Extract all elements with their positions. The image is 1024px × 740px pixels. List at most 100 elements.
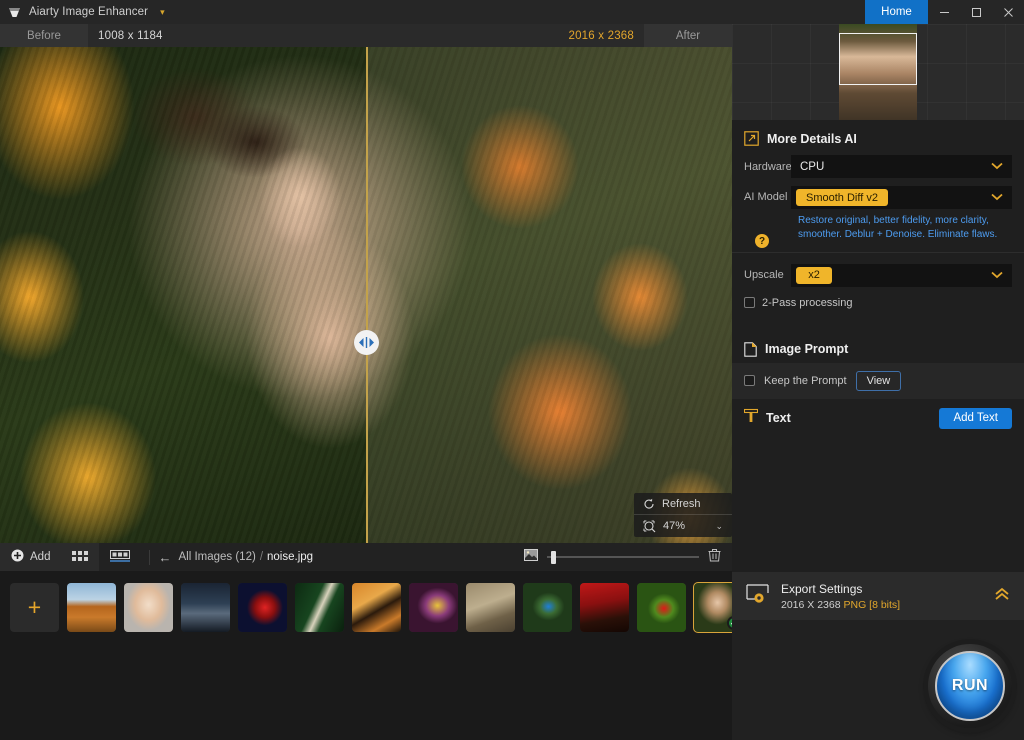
ai-model-column: Smooth Diff v2 Restore original, better … <box>791 186 1012 242</box>
tab-before[interactable]: Before <box>0 24 88 47</box>
upscale-select[interactable]: x2 <box>791 263 1012 287</box>
more-details-title: More Details AI <box>767 131 857 146</box>
text-section-row: Text Add Text <box>732 399 1024 429</box>
zoom-control[interactable]: 47% ⌄ <box>634 515 732 537</box>
chevron-down-icon <box>991 161 1003 173</box>
minimize-button[interactable] <box>928 0 960 24</box>
before-dimensions: 1008 x 1184 <box>98 29 163 42</box>
split-divider-handle[interactable] <box>354 330 379 355</box>
tab-after[interactable]: After <box>644 24 732 47</box>
plus-icon: + <box>27 594 42 620</box>
thumbnail-yellow-bird <box>409 583 458 632</box>
thumbnail-size-slider[interactable] <box>547 550 699 564</box>
app-logo-icon <box>7 5 22 20</box>
slider-knob[interactable] <box>551 550 556 564</box>
zoom-caret-icon[interactable]: ⌄ <box>715 521 723 532</box>
list-item[interactable] <box>124 583 173 632</box>
trash-icon[interactable] <box>708 548 721 567</box>
right-panel: More Details AI Hardware CPU AI Model Sm… <box>732 24 1024 740</box>
filmstrip-add-tile[interactable]: + <box>10 583 59 632</box>
navigator-panel[interactable] <box>732 24 1024 120</box>
keep-prompt-label: Keep the Prompt <box>764 374 847 387</box>
thumbnail-red-rose <box>238 583 287 632</box>
editor-area: Before 1008 x 1184 2016 x 2368 After Ref… <box>0 24 744 740</box>
app-logo-group[interactable]: Aiarty Image Enhancer ▾ <box>0 5 165 20</box>
ai-model-value: Smooth Diff v2 <box>796 189 888 206</box>
refresh-label: Refresh <box>662 497 701 510</box>
keep-prompt-checkbox[interactable] <box>744 375 755 387</box>
thumbnail-florence-cathedral <box>67 583 116 632</box>
grid-view-icon <box>72 550 89 565</box>
breadcrumb-all-images[interactable]: All Images (12) <box>178 551 255 563</box>
filmstrip-toolbar-right <box>524 548 732 567</box>
zoom-hud: Refresh 47% ⌄ <box>634 493 732 537</box>
list-item[interactable] <box>181 583 230 632</box>
image-size-icon <box>524 548 538 566</box>
close-button[interactable] <box>992 0 1024 24</box>
export-format: PNG <box>843 598 867 611</box>
ai-model-label: AI Model <box>744 191 788 203</box>
export-collapse-icon[interactable] <box>994 587 1010 606</box>
minimize-icon <box>939 7 950 18</box>
run-button[interactable]: RUN <box>935 651 1005 721</box>
text-section-title: Text <box>766 411 791 426</box>
add-images-button[interactable]: Add <box>0 543 62 571</box>
thumbnail-blue-bird <box>523 583 572 632</box>
filmstrip-toolbar: Add ← All Images (12) / noise.jpg <box>0 543 732 571</box>
list-item[interactable] <box>637 583 686 632</box>
list-item[interactable] <box>466 583 515 632</box>
home-button[interactable]: Home <box>865 0 928 24</box>
two-pass-label: 2-Pass processing <box>762 296 853 309</box>
export-settings-icon <box>746 583 770 609</box>
view-prompt-button[interactable]: View <box>855 370 902 391</box>
image-canvas[interactable]: Refresh 47% ⌄ <box>0 47 732 543</box>
back-arrow-icon[interactable]: ← <box>158 550 171 565</box>
zoom-fit-icon <box>643 520 656 533</box>
app-menu-caret-icon[interactable]: ▾ <box>160 7 165 18</box>
list-item[interactable] <box>409 583 458 632</box>
keep-prompt-band: Keep the Prompt View <box>732 362 1024 399</box>
export-settings-title: Export Settings <box>781 581 863 596</box>
thumbnail-tiger <box>352 583 401 632</box>
ai-model-help-icon[interactable]: ? <box>755 234 769 248</box>
run-zone: RUN <box>732 620 1024 740</box>
add-text-button[interactable]: Add Text <box>939 407 1012 429</box>
split-divider-line <box>366 47 368 543</box>
close-icon <box>1003 7 1014 18</box>
list-item[interactable] <box>352 583 401 632</box>
list-item[interactable] <box>580 583 629 632</box>
list-item[interactable] <box>295 583 344 632</box>
image-prompt-header: Image Prompt <box>732 331 1024 363</box>
refresh-icon <box>643 498 655 510</box>
expand-ai-icon <box>744 131 759 146</box>
chevron-down-icon <box>991 192 1003 204</box>
ai-model-row: AI Model Smooth Diff v2 Restore original… <box>732 186 1024 242</box>
titlebar: Aiarty Image Enhancer ▾ Home <box>0 0 1024 24</box>
refresh-button[interactable]: Refresh <box>634 493 732 515</box>
upscale-value: x2 <box>796 266 832 284</box>
navigator-viewport-rect[interactable] <box>839 33 917 85</box>
after-dimensions: 2016 x 2368 <box>568 29 634 42</box>
ai-model-select[interactable]: Smooth Diff v2 <box>791 186 1012 209</box>
text-tool-icon <box>743 408 759 428</box>
thumbnail-red-poppy <box>637 583 686 632</box>
image-prompt-title: Image Prompt <box>765 342 849 357</box>
export-dimensions: 2016 X 2368 <box>781 598 841 611</box>
single-view-button[interactable] <box>99 543 142 571</box>
maximize-button[interactable] <box>960 0 992 24</box>
export-settings-details: 2016 X 2368 PNG [8 bits] <box>781 599 900 611</box>
list-item[interactable] <box>67 583 116 632</box>
list-item[interactable] <box>238 583 287 632</box>
breadcrumb-current-file: noise.jpg <box>267 551 314 563</box>
two-pass-checkbox[interactable] <box>744 297 755 309</box>
thumbnail-hummingbird-red-flower <box>580 583 629 632</box>
hardware-select[interactable]: CPU <box>791 155 1012 178</box>
list-item[interactable] <box>523 583 572 632</box>
chevron-down-icon <box>991 270 1003 282</box>
grid-view-button[interactable] <box>61 543 100 571</box>
two-pass-row[interactable]: 2-Pass processing <box>732 295 1024 309</box>
more-details-header: More Details AI <box>732 120 1024 155</box>
hardware-row: Hardware CPU <box>732 155 1024 178</box>
export-settings-bar[interactable]: Export Settings 2016 X 2368 PNG [8 bits] <box>732 572 1024 620</box>
